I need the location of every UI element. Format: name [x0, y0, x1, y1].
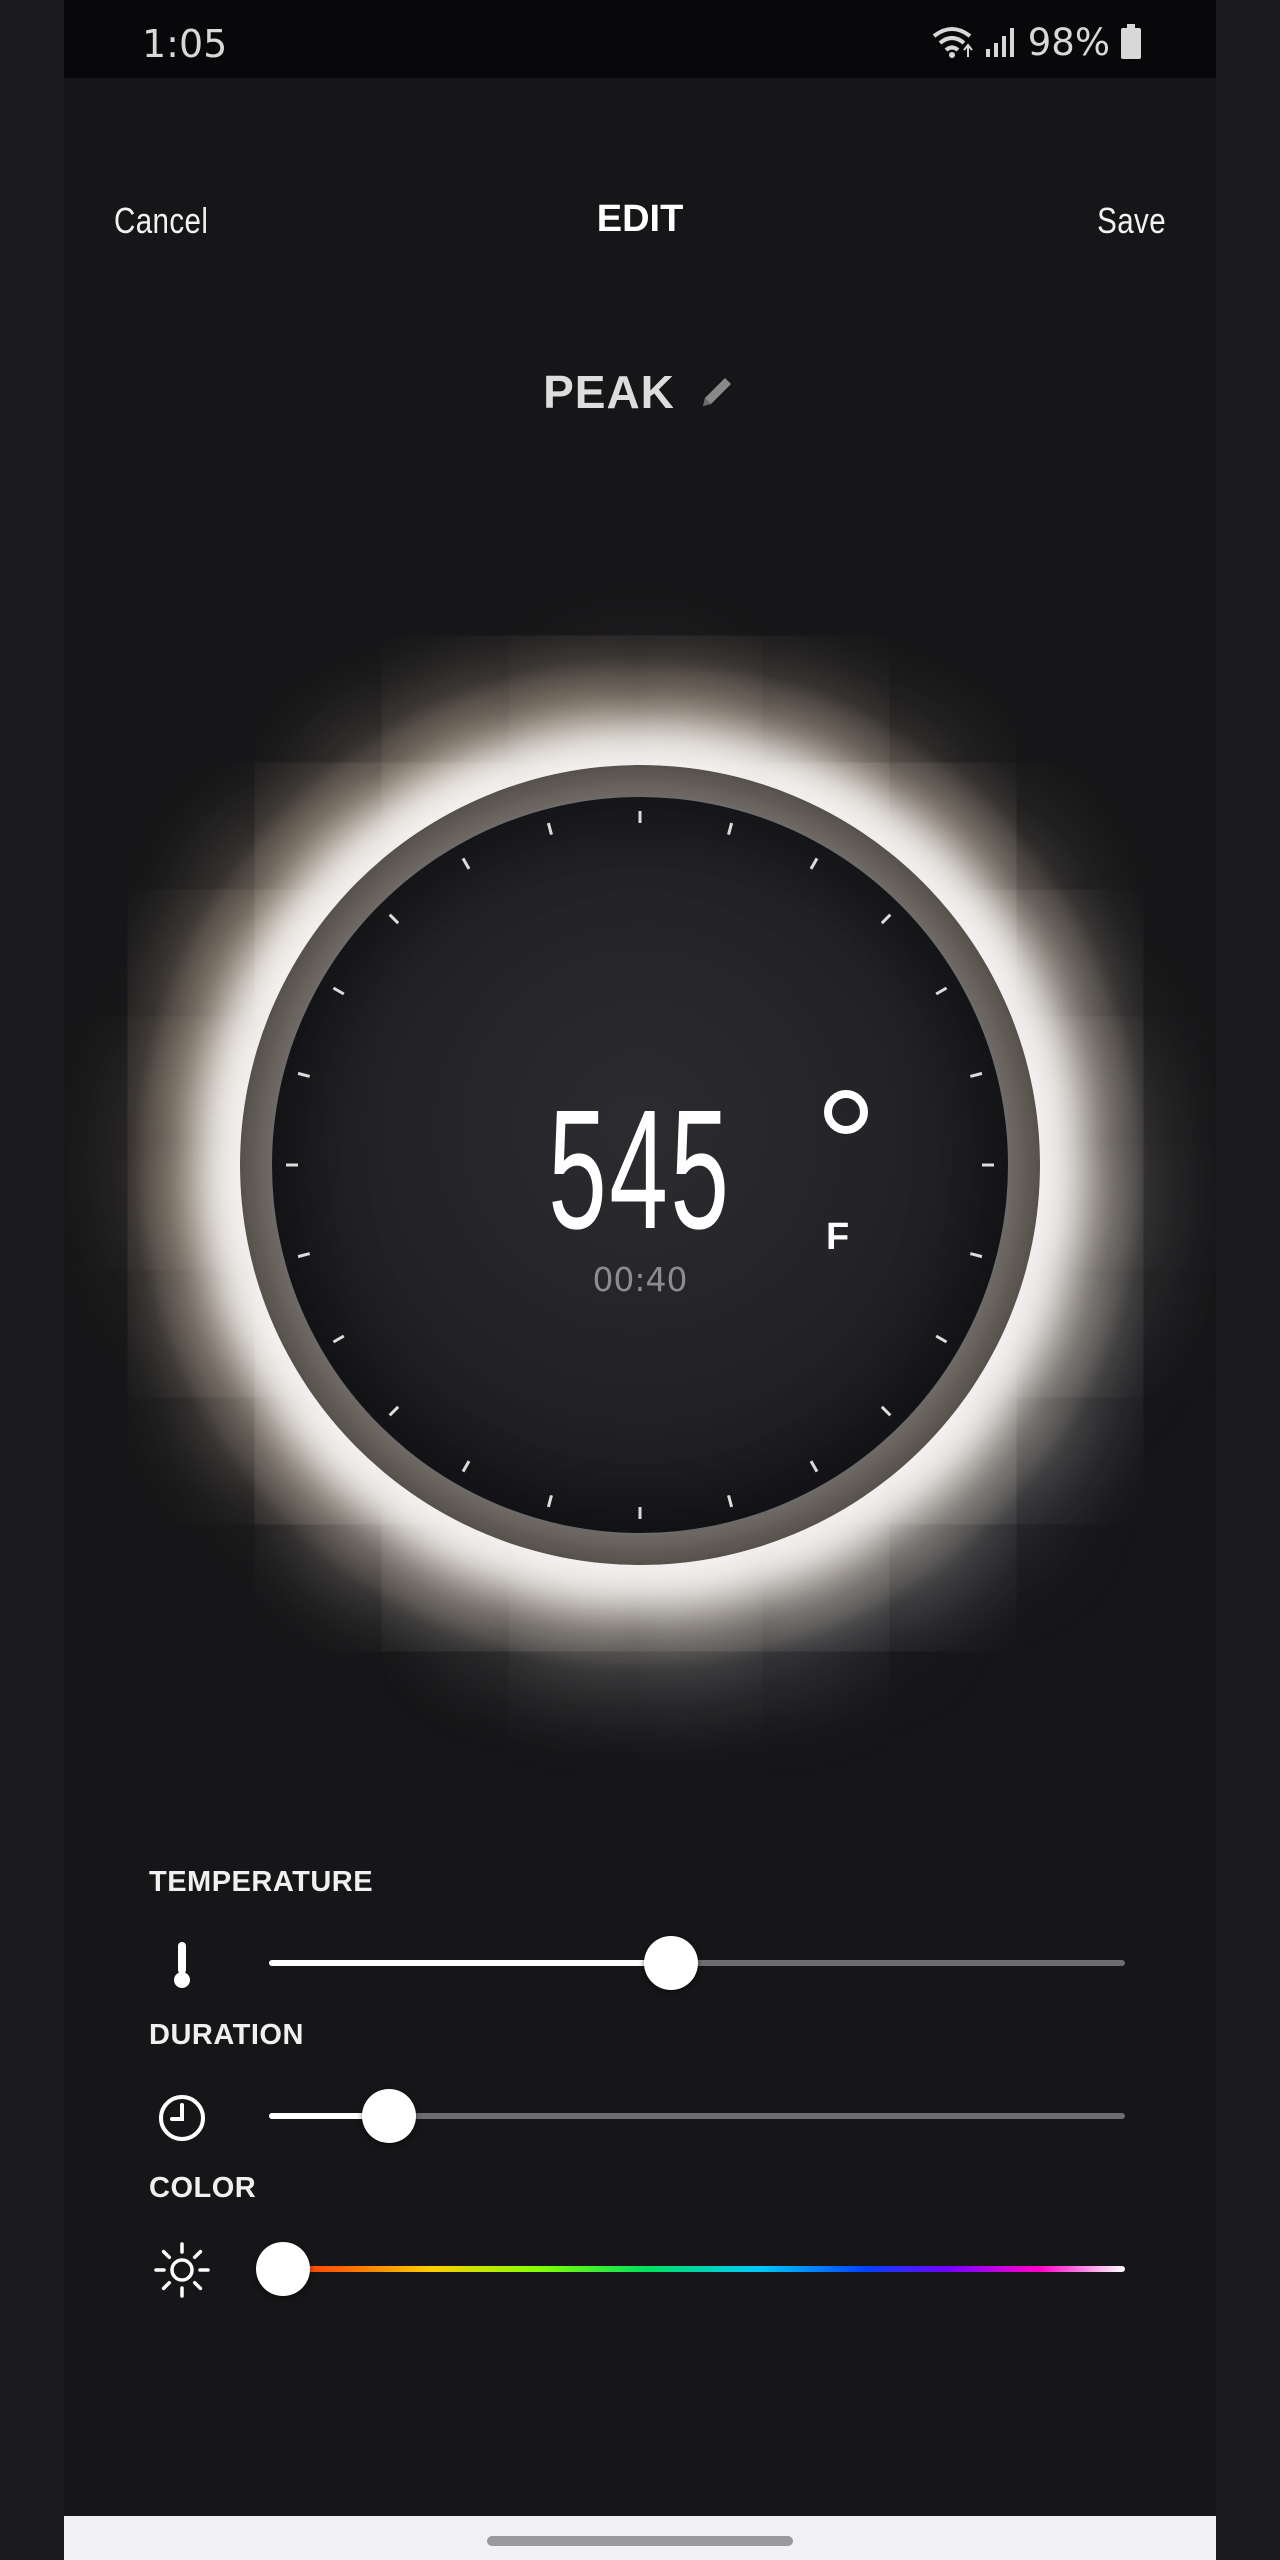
duration-slider[interactable] — [269, 2089, 1125, 2143]
temperature-dial[interactable]: 545 F 00:40 — [64, 560, 1216, 1770]
degree-icon — [824, 1090, 868, 1134]
dial-tick — [546, 1494, 553, 1508]
screen: 1:05 98% Cancel EDIT Save PEAK 545 F 00:… — [0, 0, 1280, 2560]
preset-name-row[interactable]: PEAK — [64, 362, 1216, 422]
battery-percent: 98% — [1027, 20, 1110, 64]
app-window: 1:05 98% Cancel EDIT Save PEAK 545 F 00:… — [64, 0, 1216, 2560]
dial-tick — [388, 913, 400, 925]
dial-tick — [969, 1071, 983, 1078]
clock-icon — [159, 2095, 205, 2141]
duration-label: DURATION — [149, 2019, 304, 2051]
dial-tick — [880, 1405, 892, 1417]
dial-tick — [727, 1494, 734, 1508]
page-title: EDIT — [596, 198, 684, 240]
status-bar: 1:05 98% — [64, 0, 1216, 78]
dial-tick — [546, 822, 553, 836]
thermometer-icon — [174, 1942, 190, 1988]
pencil-icon[interactable] — [697, 372, 737, 412]
dial-tick — [461, 857, 471, 870]
color-slider[interactable] — [256, 2242, 1125, 2296]
timer-readout: 00:40 — [592, 1260, 688, 1299]
temperature-unit: F — [826, 1216, 850, 1258]
navigation-bar — [64, 2516, 1216, 2560]
color-slider-thumb[interactable] — [256, 2242, 310, 2296]
dial-tick — [809, 1460, 819, 1473]
signal-icon — [985, 28, 1014, 57]
dial-tick — [297, 1071, 311, 1078]
status-time: 1:05 — [142, 22, 228, 66]
preset-name: PEAK — [543, 366, 675, 418]
temperature-slider[interactable] — [269, 1936, 1125, 1990]
home-handle[interactable] — [487, 2536, 793, 2546]
temperature-slider-thumb[interactable] — [644, 1936, 698, 1990]
dial-tick — [935, 986, 948, 996]
sun-icon — [154, 2242, 210, 2298]
temperature-readout: 545 — [64, 1075, 1216, 1270]
dial-tick — [461, 1460, 471, 1473]
dial-tick — [388, 1405, 400, 1417]
wifi-icon — [932, 27, 973, 58]
temperature-slider-fill — [269, 1960, 671, 1966]
dial-tick — [332, 986, 345, 996]
dial-tick — [727, 822, 734, 836]
temperature-label: TEMPERATURE — [149, 1866, 374, 1898]
duration-slider-thumb[interactable] — [362, 2089, 416, 2143]
dial-tick — [880, 913, 892, 925]
color-label: COLOR — [149, 2172, 257, 2204]
dial-tick — [935, 1334, 948, 1344]
save-button[interactable]: Save — [1097, 200, 1166, 242]
header: Cancel EDIT Save — [64, 190, 1216, 260]
battery-icon — [1121, 24, 1141, 59]
dial-tick — [332, 1334, 345, 1344]
temperature-value: 545 — [548, 1075, 732, 1265]
status-icons: 98% — [930, 20, 1142, 64]
dial-tick — [809, 857, 819, 870]
